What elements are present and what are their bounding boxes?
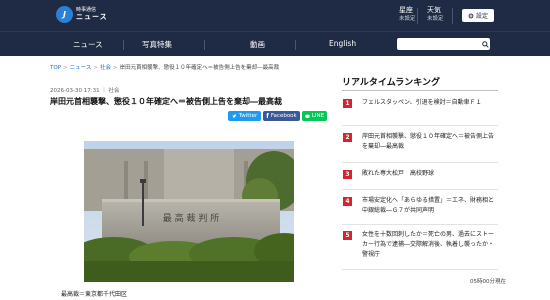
ranking-item-text: 女性を十数回刺したか＝死亡の男、過去にストーカー行為で逮捕―交際解消後、執着し襲… bbox=[362, 231, 495, 258]
ranking-item[interactable]: 1 フェルスタッペン、引退を検討＝自動車Ｆ１ bbox=[342, 97, 498, 126]
nav-item-news[interactable]: ニュース bbox=[73, 39, 103, 50]
breadcrumb-society[interactable]: 社会 bbox=[100, 65, 111, 71]
nav-divider bbox=[295, 40, 296, 50]
ranking-item-text: 岸田元首相襲撃、懲役１０年確定へ＝被告側上告を棄却―最高裁 bbox=[362, 133, 495, 150]
nav-item-video[interactable]: 動画 bbox=[250, 39, 265, 50]
settings-label: 設定 bbox=[475, 13, 488, 20]
horoscope-value: 未設定 bbox=[399, 16, 416, 22]
horoscope-label: 星座 bbox=[399, 6, 413, 14]
horoscope-widget[interactable]: 星座 未設定 bbox=[399, 6, 416, 24]
search-input[interactable] bbox=[397, 38, 490, 50]
twitter-icon bbox=[232, 113, 237, 118]
logo-big-text: ニュース bbox=[76, 13, 108, 21]
weather-widget[interactable]: 天気 未設定 bbox=[427, 6, 444, 24]
photo-caption: 最高裁＝東京都千代田区 bbox=[61, 291, 128, 298]
logo-text[interactable]: 時事通信 ニュース bbox=[76, 7, 108, 21]
ranking-item-text: 敗れた専大松戸 高校野球 bbox=[362, 170, 435, 177]
settings-button[interactable]: 設定 bbox=[462, 9, 494, 22]
header-divider bbox=[452, 8, 453, 24]
ranking-item-text: 市場安定化へ「あらゆる措置」＝エネ、財務相と中銀総裁―Ｇ７が共同声明 bbox=[362, 197, 495, 214]
jiji-logo-icon[interactable]: J bbox=[56, 6, 73, 23]
share-line-button[interactable]: LINE bbox=[302, 111, 327, 121]
breadcrumb-separator: > bbox=[63, 65, 68, 71]
logo-mark: J bbox=[63, 10, 66, 19]
facebook-icon: f bbox=[266, 112, 269, 120]
ranking-title: リアルタイムランキング bbox=[342, 78, 441, 88]
article-photo: 最 高 裁 判 所 bbox=[84, 141, 294, 282]
supreme-court-photo: 最 高 裁 判 所 bbox=[84, 141, 294, 282]
share-twitter-label: Twitter bbox=[238, 113, 258, 119]
ranking-item[interactable]: 2 岸田元首相襲撃、懲役１０年確定へ＝被告側上告を棄却―最高裁 bbox=[342, 131, 498, 163]
nav-divider bbox=[123, 40, 124, 50]
nav-item-english[interactable]: English bbox=[329, 39, 356, 48]
article-meta: 2026-03-30 17:31 ｜ 社会 bbox=[50, 88, 120, 94]
rank-badge: 3 bbox=[343, 170, 352, 179]
header-divider bbox=[417, 8, 418, 24]
nav-divider bbox=[204, 40, 205, 50]
rank-badge: 5 bbox=[343, 231, 352, 240]
ranking-item[interactable]: 3 敗れた専大松戸 高校野球 bbox=[342, 168, 498, 190]
breadcrumb-news[interactable]: ニュース bbox=[70, 65, 92, 71]
main-nav: ニュース 写真特集 動画 English bbox=[0, 31, 550, 56]
breadcrumb-current: 岸田元首相襲撃、懲役１０年確定へ＝被告側上告を棄却―最高裁 bbox=[119, 65, 280, 71]
share-facebook-label: Facebook bbox=[270, 113, 297, 119]
rank-badge: 1 bbox=[343, 99, 352, 108]
breadcrumb-separator: > bbox=[112, 65, 118, 71]
ranking-title-underline bbox=[342, 90, 498, 91]
breadcrumb-separator: > bbox=[93, 65, 98, 71]
breadcrumb-top[interactable]: TOP bbox=[50, 65, 61, 71]
weather-value: 未設定 bbox=[427, 16, 444, 22]
nav-item-photos[interactable]: 写真特集 bbox=[142, 39, 172, 50]
line-icon bbox=[305, 113, 310, 118]
search-button[interactable] bbox=[480, 38, 490, 50]
weather-label: 天気 bbox=[427, 6, 441, 14]
ranking-updated-time: 05時00分現在 bbox=[470, 279, 506, 285]
breadcrumb: TOP > ニュース > 社会 > 岸田元首相襲撃、懲役１０年確定へ＝被告側上告を棄却―最高… bbox=[50, 63, 279, 71]
building-sign-text: 最 高 裁 判 所 bbox=[163, 212, 219, 224]
gear-icon bbox=[468, 13, 474, 18]
share-line-label: LINE bbox=[311, 113, 325, 119]
ranking-item[interactable]: 5 女性を十数回刺したか＝死亡の男、過去にストーカー行為で逮捕―交際解消後、執着… bbox=[342, 229, 498, 270]
ranking-item[interactable]: 4 市場安定化へ「あらゆる措置」＝エネ、財務相と中銀総裁―Ｇ７が共同声明 bbox=[342, 195, 498, 225]
ranking-item-text: フェルスタッペン、引退を検討＝自動車Ｆ１ bbox=[362, 99, 482, 106]
rank-badge: 4 bbox=[343, 197, 352, 206]
search-icon bbox=[481, 40, 489, 48]
share-twitter-button[interactable]: Twitter bbox=[228, 111, 261, 121]
rank-badge: 2 bbox=[343, 133, 352, 142]
top-header: J 時事通信 ニュース 星座 未設定 天気 未設定 設定 bbox=[0, 0, 550, 31]
article-title: 岸田元首相襲撃、懲役１０年確定へ＝被告側上告を棄却―最高裁 bbox=[50, 97, 282, 106]
share-facebook-button[interactable]: f Facebook bbox=[263, 111, 300, 121]
